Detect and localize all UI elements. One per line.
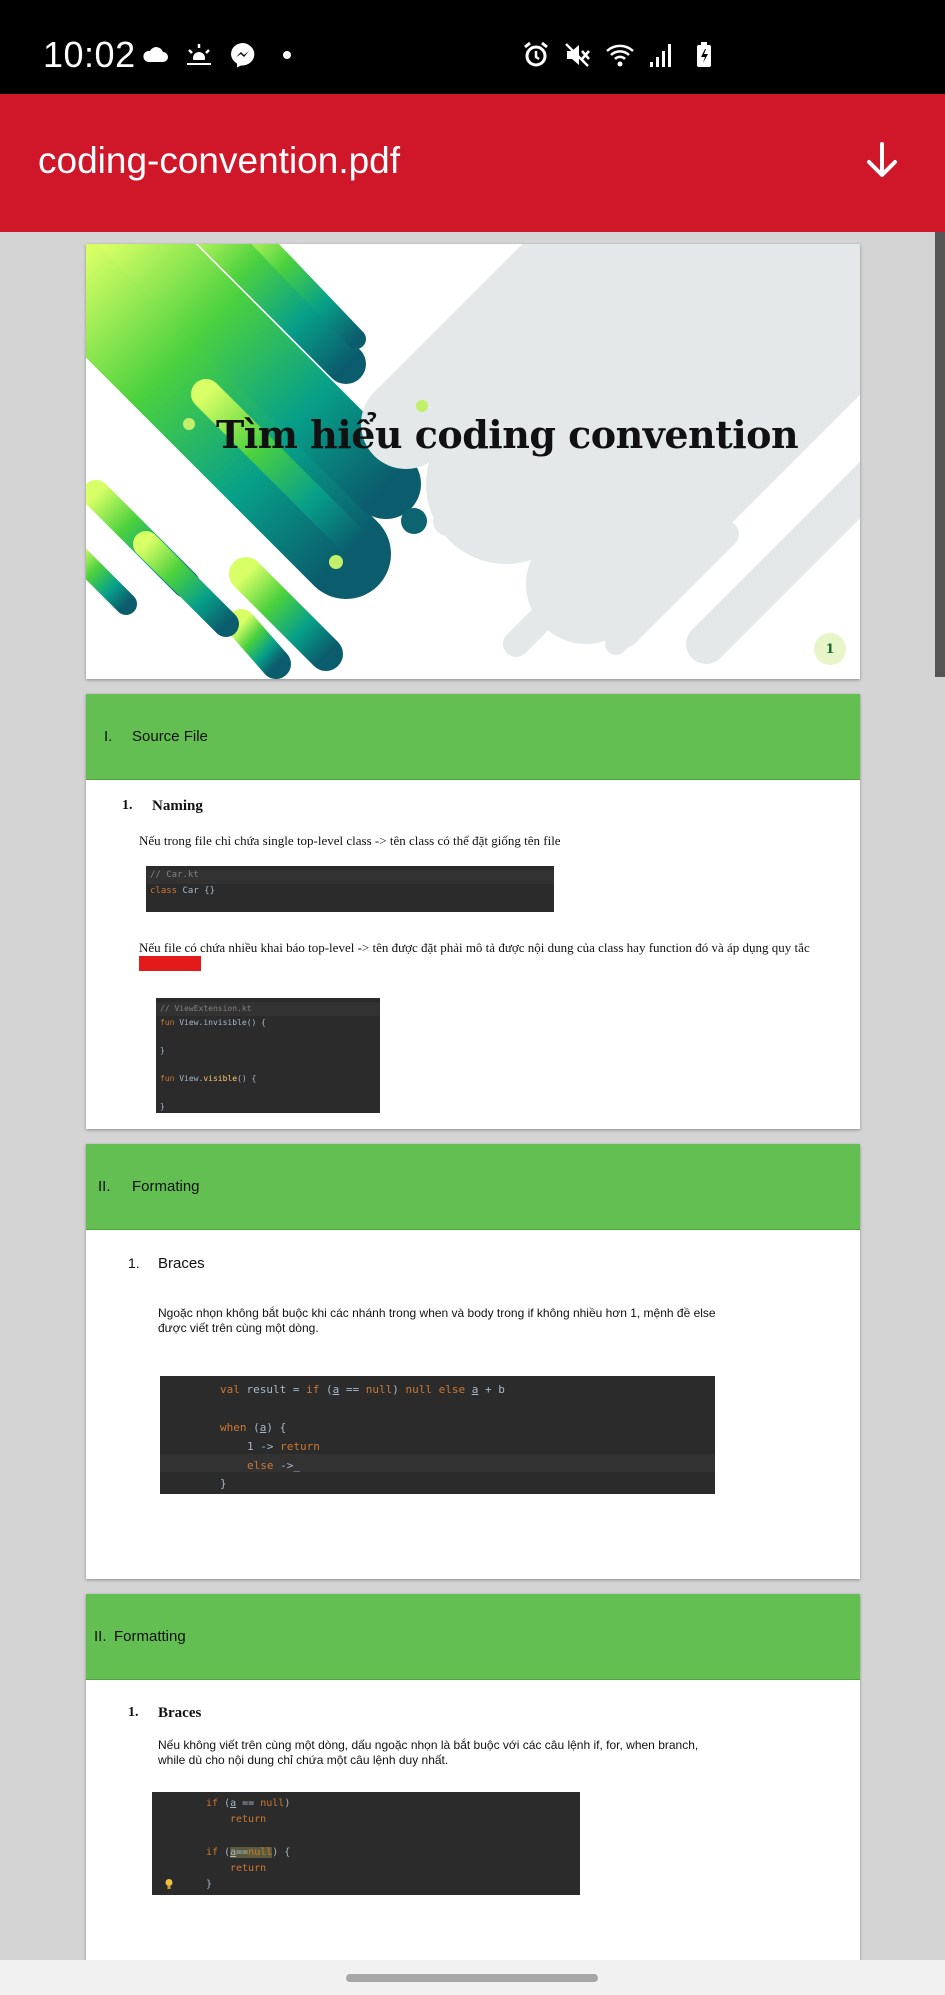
code-line: class Car {}	[150, 886, 216, 896]
pdf-page-2: I. Source File 1. Naming Nếu trong file …	[86, 694, 860, 1129]
section-title: Formatting	[114, 1628, 186, 1645]
paragraph: Nếu file có chứa nhiều khai báo top-leve…	[139, 940, 810, 971]
status-left-icons	[140, 40, 302, 70]
app-bar: coding-convention.pdf	[0, 94, 945, 232]
code-line: val result = if (a == null) null else a …	[220, 1383, 505, 1396]
slide-decoration	[86, 244, 860, 679]
section-header: II. Formatting	[86, 1594, 860, 1680]
code-line: else ->_	[247, 1459, 300, 1472]
section-title: Source File	[132, 728, 208, 745]
mute-icon	[565, 43, 590, 67]
section-number: II.	[98, 1178, 111, 1195]
sunrise-icon	[187, 44, 211, 65]
section-header: II. Formating	[86, 1144, 860, 1230]
code-line: 1 -> return	[247, 1440, 320, 1453]
section-number: II.	[94, 1628, 107, 1645]
paragraph: Nếu trong file chỉ chứa single top-level…	[139, 833, 561, 848]
dot-icon	[283, 51, 291, 59]
code-block: // Car.kt class Car {}	[146, 866, 554, 912]
section-title: Formating	[132, 1178, 200, 1195]
status-right-icons	[521, 40, 719, 70]
subsection-title: Braces	[158, 1705, 202, 1721]
code-line: when (a) {	[220, 1421, 287, 1434]
code-line: return	[230, 1814, 267, 1825]
signal-icon	[650, 44, 671, 67]
code-block: val result = if (a == null) null else a …	[160, 1376, 715, 1494]
code-line: }	[160, 1046, 165, 1055]
scrollbar[interactable]	[935, 232, 945, 677]
gesture-bar	[0, 1960, 945, 1995]
code-line: if (a==null) {	[206, 1847, 291, 1858]
code-line: // Car.kt	[150, 870, 199, 880]
subsection-number: 1.	[128, 1705, 139, 1720]
code-line: if (a == null)	[206, 1798, 291, 1809]
lightbulb-icon	[165, 1879, 173, 1889]
alarm-icon	[524, 41, 548, 67]
status-time: 10:02	[43, 34, 136, 75]
paragraph: Ngoặc nhọn không bắt buộc khi các nhánh …	[158, 1306, 716, 1335]
screen: 10:02 coding-convention.pdf Tìm hiểu cod…	[0, 0, 945, 1995]
code-line: fun View.visible() {	[160, 1074, 257, 1083]
home-handle[interactable]	[346, 1974, 598, 1982]
pdf-page-1: Tìm hiểu coding convention 1	[86, 244, 860, 679]
slide-title: Tìm hiểu coding convention	[216, 412, 799, 457]
code-line: fun View.invisible() {	[160, 1018, 266, 1027]
status-bar: 10:02	[0, 0, 945, 94]
pdf-page-4: II. Formatting 1. Braces Nếu không viết …	[86, 1594, 860, 1994]
wifi-icon	[606, 44, 634, 67]
subsection-title: Braces	[158, 1255, 205, 1272]
subsection-number: 1.	[128, 1255, 140, 1271]
cloud-icon	[143, 47, 168, 62]
subsection-title: Naming	[152, 798, 203, 814]
code-line: }	[160, 1102, 165, 1111]
code-line: return	[230, 1863, 267, 1874]
highlighted-term: PascalCase	[139, 956, 202, 971]
paragraph: Nếu không viết trên cùng một dòng, dấu n…	[158, 1738, 699, 1767]
battery-icon	[697, 42, 711, 67]
code-line: }	[206, 1879, 213, 1890]
section-number: I.	[104, 728, 113, 745]
subsection-number: 1.	[122, 798, 133, 813]
code-line: }	[220, 1477, 227, 1490]
page-number-badge: 1	[814, 633, 846, 665]
document-title: coding-convention.pdf	[38, 140, 401, 181]
code-block: if (a == null) return if (a==null) { ret…	[152, 1792, 580, 1895]
messenger-icon	[231, 43, 255, 68]
section-header: I. Source File	[86, 694, 860, 780]
pdf-page-3: II. Formating 1. Braces Ngoặc nhọn không…	[86, 1144, 860, 1579]
code-block: // ViewExtension.kt fun View.invisible()…	[156, 998, 380, 1113]
code-line: // ViewExtension.kt	[160, 1004, 252, 1013]
download-icon[interactable]	[859, 138, 905, 184]
